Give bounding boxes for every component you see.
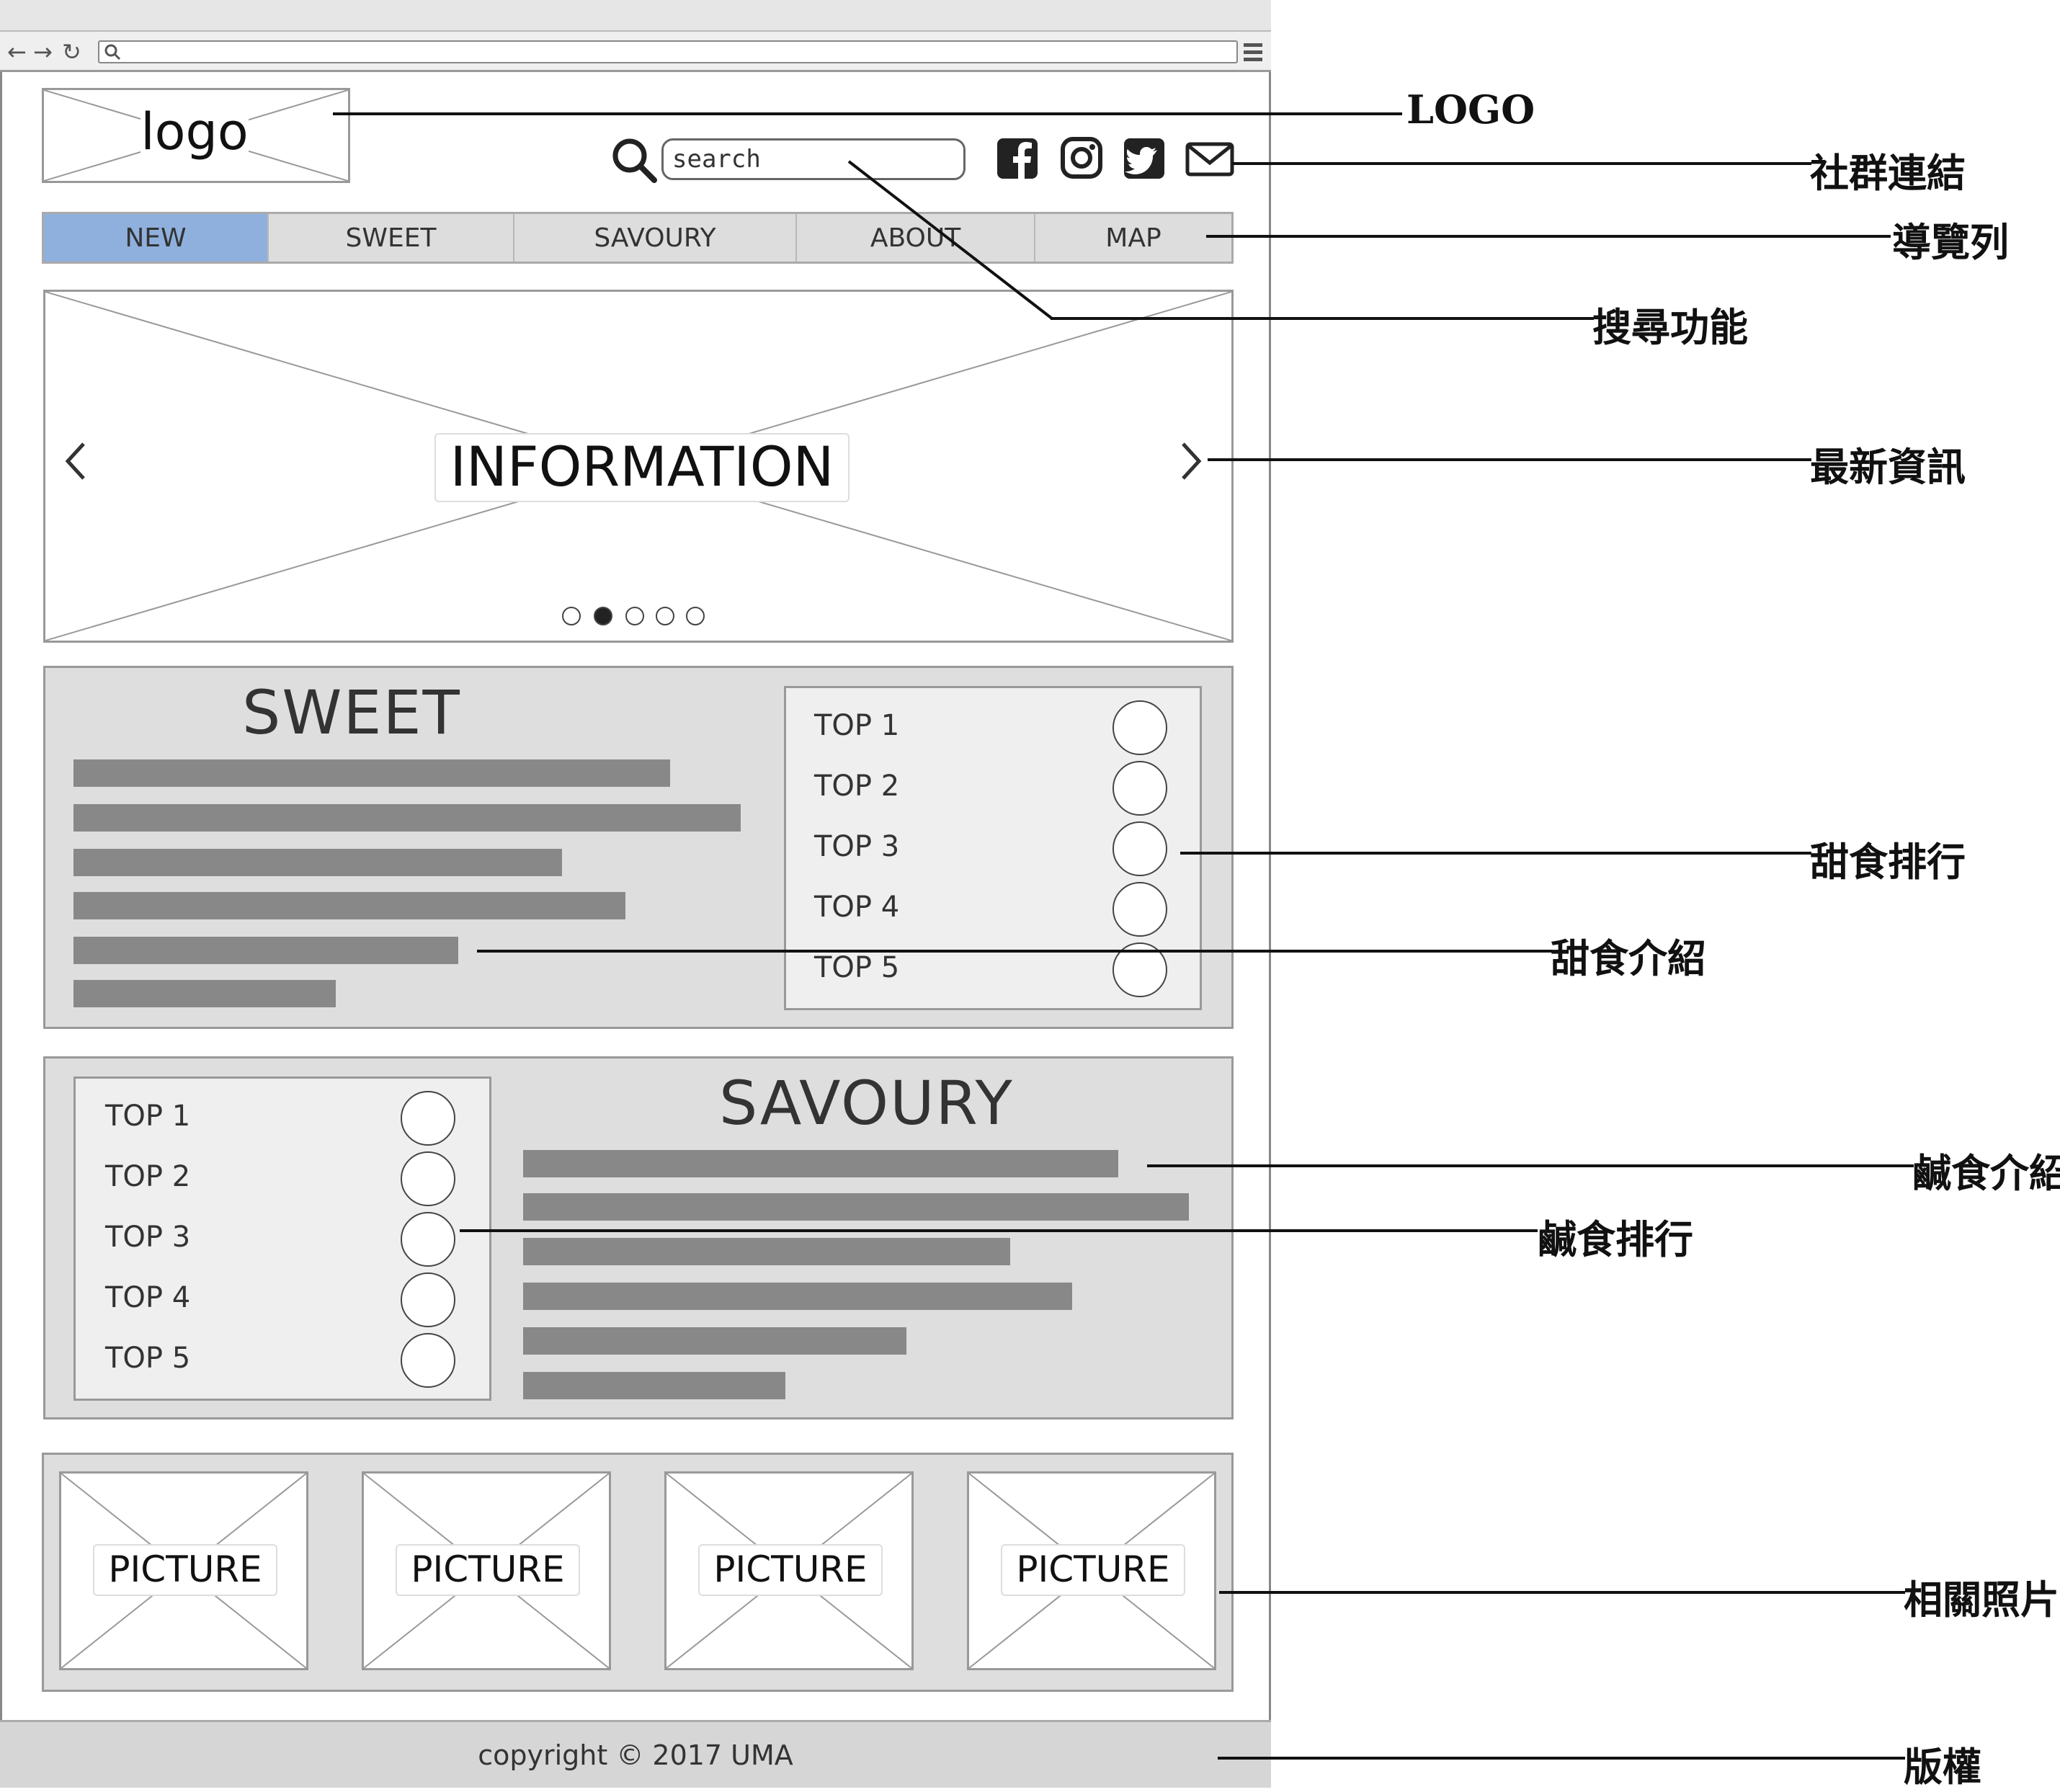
- sweet-rank-thumb[interactable]: [1113, 882, 1167, 937]
- search-icon[interactable]: [611, 137, 659, 184]
- address-search-icon: [104, 44, 121, 61]
- chevron-left-icon[interactable]: [62, 440, 91, 483]
- annotation-line-sweet-intro: [477, 950, 1552, 953]
- annotation-line-search-diagonal: [847, 160, 1053, 320]
- picture-placeholder[interactable]: PICTURE: [59, 1471, 308, 1670]
- picture-label: PICTURE: [396, 1544, 580, 1596]
- savoury-rank-thumb[interactable]: [401, 1151, 455, 1206]
- savoury-text-line: [523, 1372, 785, 1399]
- annotation-label-copyright: 版權: [1904, 1744, 1981, 1790]
- tab-new[interactable]: NEW: [44, 214, 269, 262]
- picture-placeholder[interactable]: PICTURE: [664, 1471, 914, 1670]
- sweet-rank-4[interactable]: TOP 4: [814, 891, 899, 924]
- savoury-rank-2[interactable]: TOP 2: [105, 1160, 190, 1193]
- annotation-line-search: [1051, 317, 1594, 320]
- savoury-text-line: [523, 1327, 906, 1355]
- sweet-title: SWEET: [242, 677, 461, 748]
- picture-placeholder[interactable]: PICTURE: [362, 1471, 611, 1670]
- sweet-text-line: [73, 804, 741, 832]
- annotation-line-logo: [333, 112, 1402, 115]
- savoury-rank-5[interactable]: TOP 5: [105, 1342, 190, 1375]
- sweet-text-line: [73, 937, 458, 964]
- carousel-dot-3[interactable]: [625, 607, 644, 625]
- mail-icon[interactable]: [1185, 135, 1235, 182]
- tab-savoury[interactable]: SAVOURY: [514, 214, 797, 262]
- annotation-label-info: 最新資訊: [1810, 444, 1966, 490]
- sweet-rank-thumb[interactable]: [1113, 761, 1167, 816]
- savoury-text-line: [523, 1193, 1189, 1221]
- sweet-rank-3[interactable]: TOP 3: [814, 830, 899, 863]
- annotation-label-savoury-intro: 鹹食介紹: [1912, 1150, 2060, 1196]
- annotation-line-copyright: [1218, 1757, 1905, 1760]
- back-arrow-icon[interactable]: ←: [7, 37, 27, 66]
- annotation-line-sweet-rank: [1180, 852, 1811, 855]
- annotation-line-pictures: [1219, 1591, 1905, 1594]
- savoury-rank-3[interactable]: TOP 3: [105, 1221, 190, 1254]
- annotation-line-nav: [1206, 235, 1891, 238]
- picture-label: PICTURE: [93, 1544, 277, 1596]
- annotation-label-sweet-intro: 甜食介紹: [1551, 935, 1706, 981]
- carousel-dot-2[interactable]: [594, 607, 612, 625]
- sweet-rank-5[interactable]: TOP 5: [814, 951, 899, 984]
- logo-placeholder[interactable]: logo: [42, 88, 350, 183]
- savoury-title: SAVOURY: [719, 1068, 1014, 1138]
- annotation-line-social: [1232, 162, 1811, 165]
- sweet-rank-thumb[interactable]: [1113, 821, 1167, 876]
- savoury-text-line: [523, 1283, 1072, 1310]
- copyright-text: copyright © 2017 UMA: [478, 1739, 793, 1771]
- annotation-label-logo: LOGO: [1406, 86, 1535, 133]
- annotation-line-savoury-intro: [1147, 1164, 1914, 1167]
- annotation-line-info: [1208, 458, 1811, 461]
- carousel-dot-1[interactable]: [562, 607, 581, 625]
- browser-titlebar: [0, 0, 1271, 32]
- sweet-text-line: [73, 892, 625, 919]
- savoury-rank-1[interactable]: TOP 1: [105, 1100, 190, 1133]
- sweet-text-line: [73, 759, 670, 787]
- info-carousel: INFORMATION: [43, 290, 1234, 643]
- chevron-right-icon[interactable]: [1176, 440, 1205, 483]
- savoury-rank-thumb[interactable]: [401, 1272, 455, 1327]
- annotation-label-pictures: 相關照片: [1904, 1577, 2059, 1623]
- annotation-label-sweet-rank: 甜食排行: [1810, 839, 1966, 885]
- savoury-rank-thumb[interactable]: [401, 1333, 455, 1388]
- logo-text: logo: [141, 103, 249, 164]
- savoury-text-line: [523, 1238, 1010, 1265]
- instagram-icon[interactable]: [1059, 135, 1105, 182]
- tab-sweet[interactable]: SWEET: [269, 214, 514, 262]
- sweet-text-line: [73, 980, 336, 1007]
- sweet-rank-thumb[interactable]: [1113, 700, 1167, 755]
- annotation-label-nav: 導覽列: [1892, 219, 2009, 265]
- sweet-text-line: [73, 849, 562, 876]
- annotation-label-savoury-rank: 鹹食排行: [1538, 1216, 1693, 1262]
- annotation-line-savoury-rank: [460, 1229, 1538, 1232]
- picture-placeholder[interactable]: PICTURE: [967, 1471, 1216, 1670]
- picture-label: PICTURE: [698, 1544, 883, 1596]
- savoury-rank-thumb[interactable]: [401, 1091, 455, 1146]
- picture-label: PICTURE: [1001, 1544, 1185, 1596]
- twitter-icon[interactable]: [1123, 135, 1169, 182]
- savoury-text-line: [523, 1150, 1118, 1177]
- menu-icon[interactable]: [1244, 42, 1262, 62]
- forward-arrow-icon[interactable]: →: [33, 37, 53, 66]
- annotation-label-social: 社群連結: [1810, 150, 1966, 196]
- sweet-rank-2[interactable]: TOP 2: [814, 770, 899, 803]
- sweet-rank-1[interactable]: TOP 1: [814, 709, 899, 742]
- annotation-label-search: 搜尋功能: [1592, 304, 1748, 350]
- address-bar[interactable]: [98, 40, 1238, 63]
- reload-icon[interactable]: ↻: [62, 37, 81, 66]
- tab-map[interactable]: MAP: [1035, 214, 1231, 262]
- carousel-dot-4[interactable]: [656, 607, 674, 625]
- savoury-rank-thumb[interactable]: [401, 1212, 455, 1267]
- savoury-rank-4[interactable]: TOP 4: [105, 1281, 190, 1314]
- footer: copyright © 2017 UMA: [0, 1720, 1271, 1788]
- carousel-label: INFORMATION: [434, 433, 850, 502]
- carousel-dot-5[interactable]: [686, 607, 705, 625]
